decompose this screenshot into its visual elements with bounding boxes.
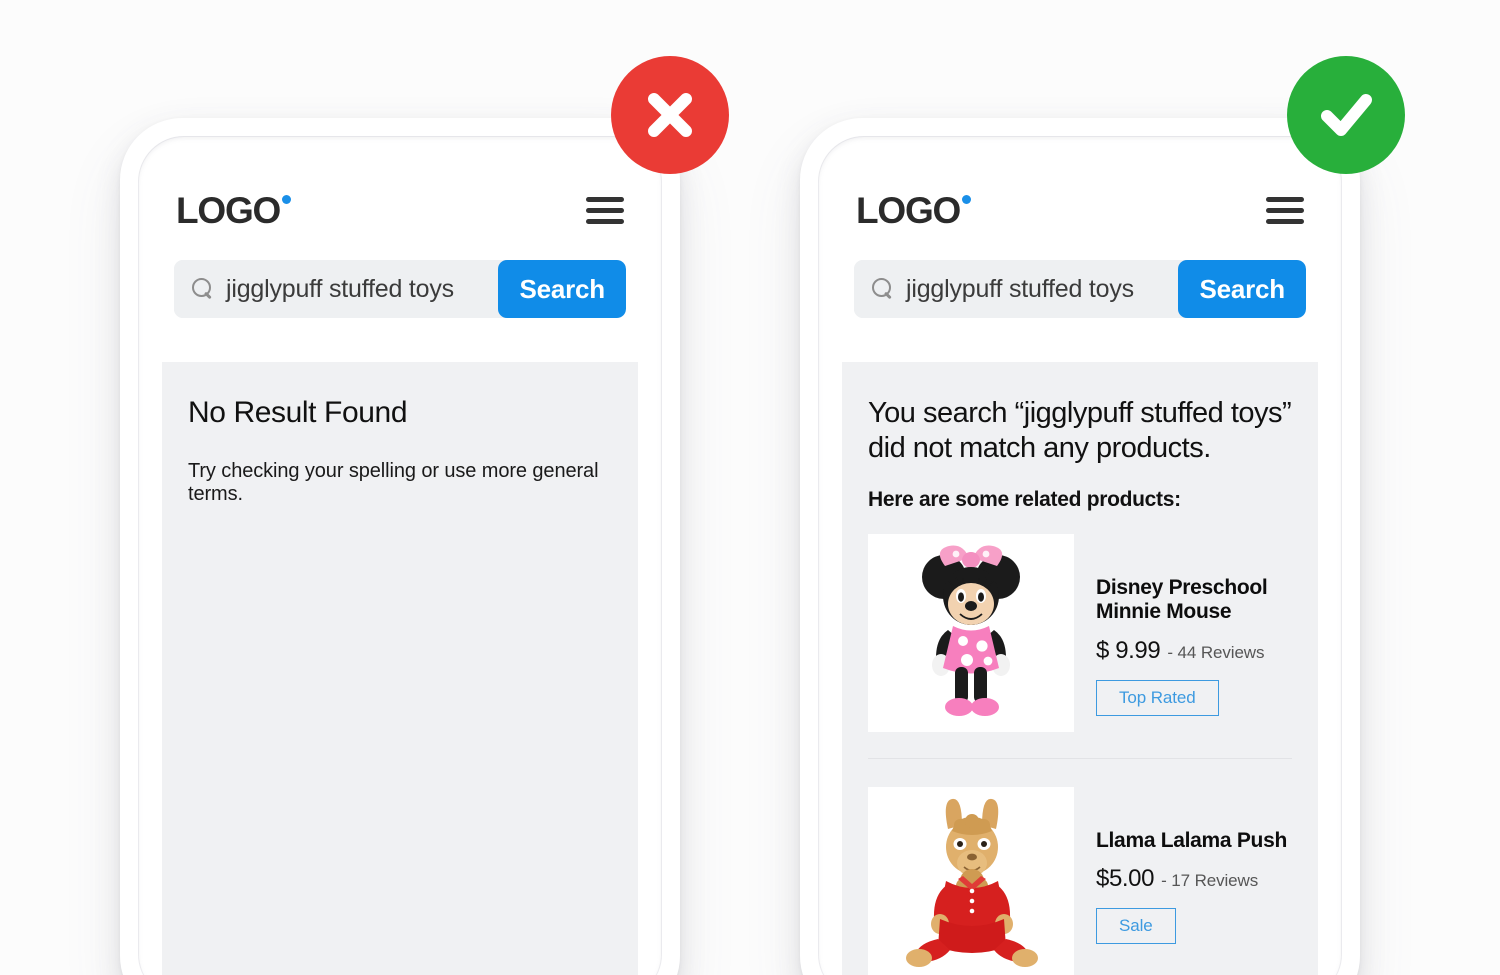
hamburger-bar xyxy=(1266,207,1304,213)
minnie-mouse-plush-photo[interactable] xyxy=(868,533,1074,732)
product-reviews-count: - 17 Reviews xyxy=(1161,871,1259,891)
search-button-good[interactable]: Search xyxy=(1178,260,1306,318)
logo-text: LOGO xyxy=(176,189,281,231)
product-status-badge[interactable]: Sale xyxy=(1096,908,1176,945)
product-title: Llama Lalama Push xyxy=(1096,828,1287,852)
search-icon xyxy=(872,278,894,300)
product-price-row: $ 9.99 - 44 Reviews xyxy=(1096,637,1292,665)
phone-mockup-bad-example: LOGO jigglypuff stuffed toys Search No R… xyxy=(120,118,680,975)
no-result-subtitle: Try checking your spelling or use more g… xyxy=(188,460,599,505)
check-icon-badge xyxy=(1287,56,1405,174)
results-area-good: You search “jigglypuff stuffed toys” did… xyxy=(842,362,1318,975)
search-icon xyxy=(192,278,214,300)
search-input-bad[interactable]: jigglypuff stuffed toys xyxy=(174,260,499,318)
hamburger-bar xyxy=(1266,218,1304,224)
header-top-bar-bad: LOGO xyxy=(174,186,626,234)
product-reviews-count: - 44 Reviews xyxy=(1167,643,1265,663)
phone-bezel-bad: LOGO jigglypuff stuffed toys Search No R… xyxy=(138,136,662,975)
app-screen-bad: LOGO jigglypuff stuffed toys Search No R… xyxy=(162,158,638,975)
hamburger-menu-icon-good[interactable] xyxy=(1266,196,1304,224)
product-price: $ 9.99 xyxy=(1096,637,1161,665)
logo-text: LOGO xyxy=(856,189,961,231)
comparison-canvas: LOGO jigglypuff stuffed toys Search No R… xyxy=(0,0,1500,975)
app-header-good: LOGO jigglypuff stuffed toys Search xyxy=(842,158,1318,362)
no-result-title: No Result Found xyxy=(188,396,408,429)
search-input-good[interactable]: jigglypuff stuffed toys xyxy=(854,260,1179,318)
hamburger-menu-icon-bad[interactable] xyxy=(586,196,624,224)
hamburger-bar xyxy=(586,218,624,224)
search-input-value: jigglypuff stuffed toys xyxy=(226,274,454,303)
product-list-item[interactable]: Llama Lalama Push $5.00 - 17 Reviews Sal… xyxy=(868,757,1292,975)
results-area-bad: No Result Found Try checking your spelli… xyxy=(162,362,638,975)
search-button-bad[interactable]: Search xyxy=(498,260,626,318)
phone-mockup-good-example: LOGO jigglypuff stuffed toys Search You … xyxy=(800,118,1360,975)
related-products-list: Disney Preschool Minnie Mouse $ 9.99 - 4… xyxy=(868,533,1292,975)
product-list-item[interactable]: Disney Preschool Minnie Mouse $ 9.99 - 4… xyxy=(868,533,1292,758)
phone-bezel-good: LOGO jigglypuff stuffed toys Search You … xyxy=(818,136,1342,975)
product-title: Disney Preschool Minnie Mouse xyxy=(1096,575,1268,624)
app-logo-good[interactable]: LOGO xyxy=(856,189,972,231)
app-logo-bad[interactable]: LOGO xyxy=(176,189,292,231)
search-bar-bad: jigglypuff stuffed toys Search xyxy=(174,260,626,318)
product-price-row: $5.00 - 17 Reviews xyxy=(1096,865,1292,893)
cross-icon xyxy=(648,93,692,137)
app-header-bad: LOGO jigglypuff stuffed toys Search xyxy=(162,158,638,362)
app-screen-good: LOGO jigglypuff stuffed toys Search You … xyxy=(842,158,1318,975)
search-bar-good: jigglypuff stuffed toys Search xyxy=(854,260,1306,318)
product-info: Llama Lalama Push $5.00 - 17 Reviews Sal… xyxy=(1096,787,1292,945)
hamburger-bar xyxy=(586,207,624,213)
related-products-label: Here are some related products: xyxy=(868,487,1181,511)
hamburger-bar xyxy=(1266,196,1304,202)
cross-icon-badge xyxy=(611,56,729,174)
check-icon xyxy=(1321,94,1372,136)
hamburger-bar xyxy=(586,196,624,202)
llama-plush-photo[interactable] xyxy=(868,786,1074,975)
no-match-message: You search “jigglypuff stuffed toys” did… xyxy=(868,397,1292,464)
logo-dot-icon xyxy=(962,194,972,204)
product-status-badge[interactable]: Top Rated xyxy=(1096,680,1219,717)
search-input-value: jigglypuff stuffed toys xyxy=(906,274,1134,303)
product-info: Disney Preschool Minnie Mouse $ 9.99 - 4… xyxy=(1096,534,1292,717)
logo-dot-icon xyxy=(282,194,292,204)
product-price: $5.00 xyxy=(1096,865,1155,893)
header-top-bar-good: LOGO xyxy=(854,186,1306,234)
